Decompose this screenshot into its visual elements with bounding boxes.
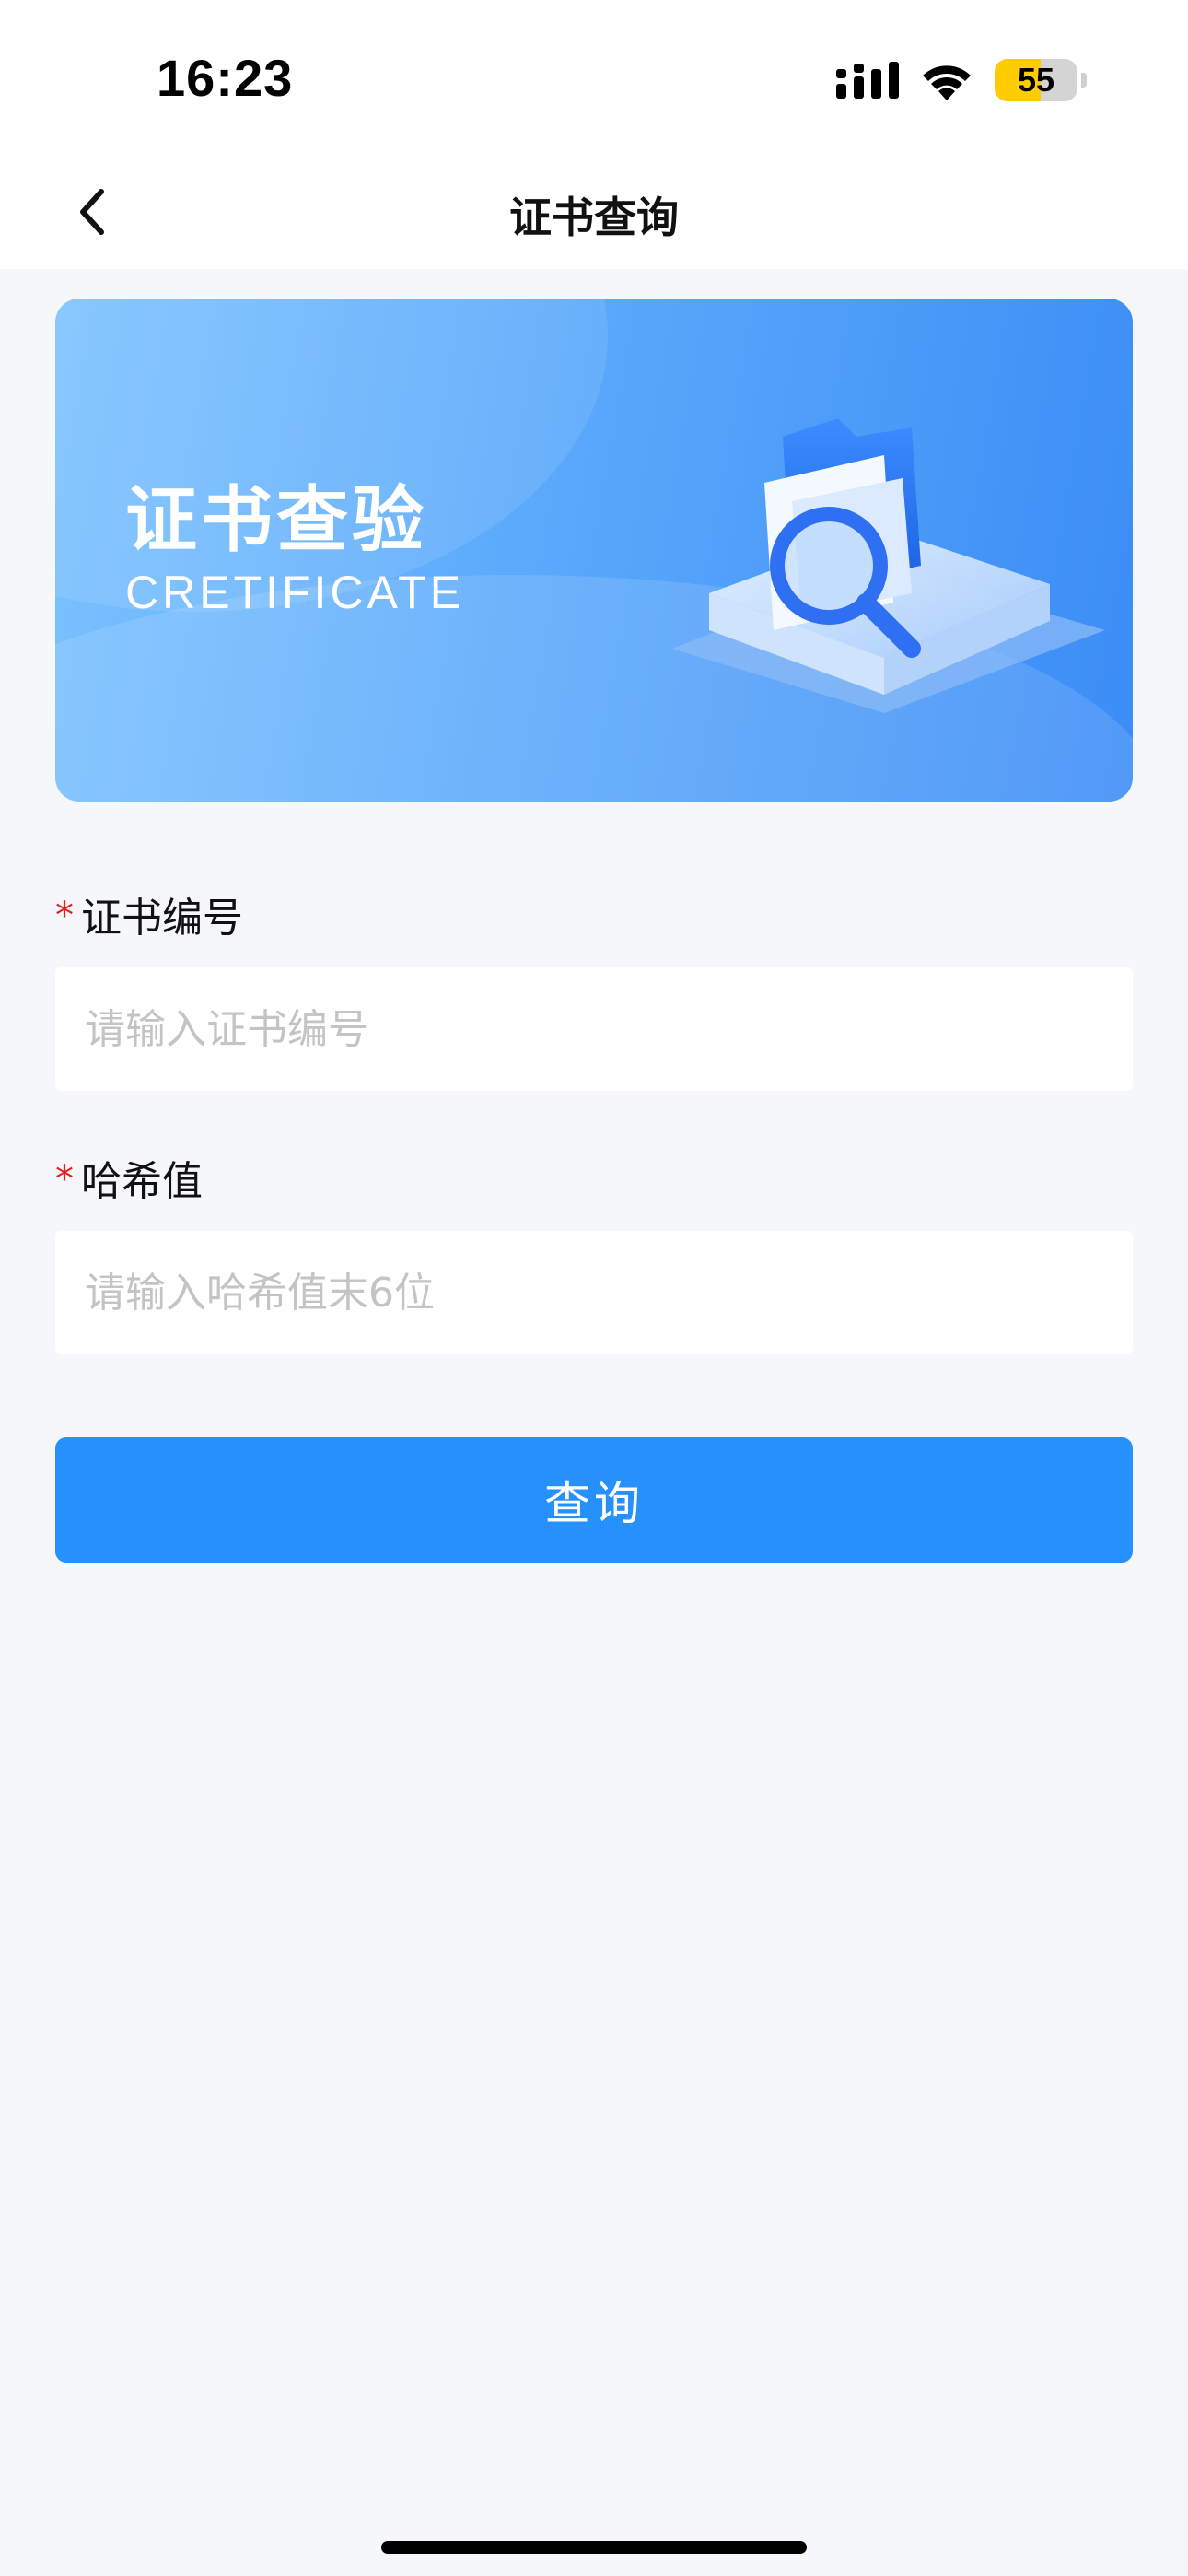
page-title: 证书查询 xyxy=(509,193,679,242)
battery-cap xyxy=(1081,73,1087,88)
banner-title: 证书查验 xyxy=(125,479,428,562)
battery-icon: 55 xyxy=(995,59,1077,101)
banner: 证书查验 CRETIFICATE xyxy=(55,299,1133,802)
hash-label-text: 哈希值 xyxy=(81,1158,203,1205)
query-button[interactable]: 查询 xyxy=(55,1437,1133,1563)
required-mark: * xyxy=(55,1158,74,1200)
folder-magnifier-illustration xyxy=(645,381,1124,768)
hash-field-wrapper xyxy=(55,1231,1133,1354)
battery-level: 55 xyxy=(1017,61,1055,99)
cert-number-label-text: 证书编号 xyxy=(81,895,243,942)
status-icons: 55 xyxy=(836,57,1087,103)
status-time: 16:23 xyxy=(157,49,294,107)
cert-number-input[interactable] xyxy=(55,967,1133,1091)
banner-subtitle: CRETIFICATE xyxy=(125,567,465,618)
home-indicator xyxy=(381,2541,807,2554)
status-bar: 16:23 55 xyxy=(0,0,1188,157)
hash-input[interactable] xyxy=(55,1231,1133,1354)
cert-number-field-wrapper xyxy=(55,967,1133,1091)
hash-label: * 哈希值 xyxy=(55,1148,203,1207)
signal-icon xyxy=(836,62,899,99)
required-mark: * xyxy=(55,895,74,937)
wifi-icon xyxy=(919,60,974,100)
cert-number-label: * 证书编号 xyxy=(55,884,243,943)
nav-bar: 证书查询 xyxy=(0,157,1188,269)
